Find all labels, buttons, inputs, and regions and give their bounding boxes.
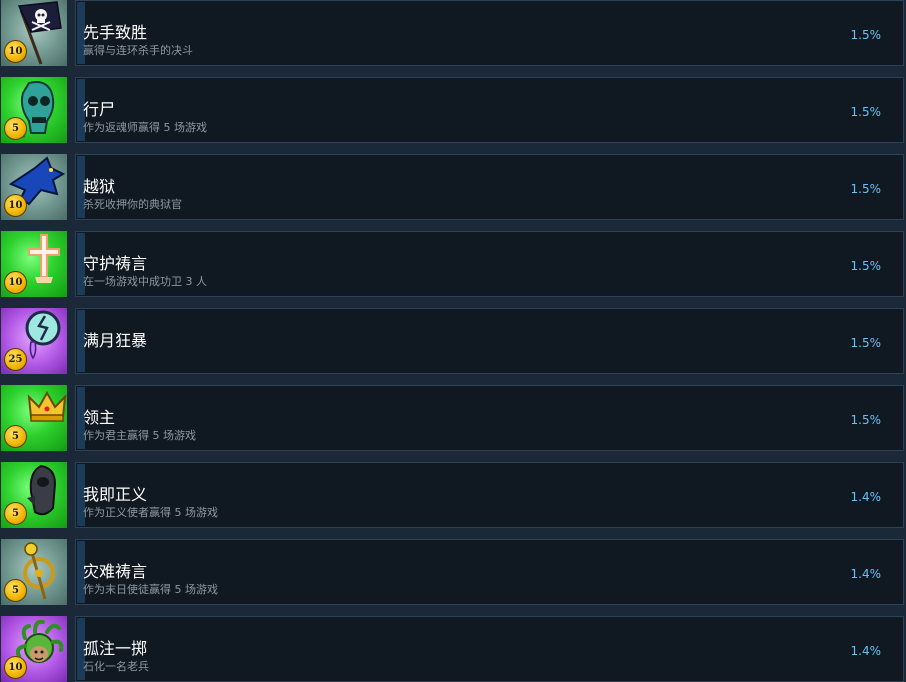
achievement-icon: 5 [1,539,67,605]
achievement-panel: 领主 作为君主赢得 5 场游戏 1.5% [75,385,904,451]
unlock-percentage: 1.4% [850,490,882,504]
achievement-description: 作为正义使者赢得 5 场游戏 [83,506,218,519]
unlock-percentage: 1.5% [850,105,882,119]
achievement-title: 行尸 [83,100,116,119]
unlock-percentage: 1.5% [850,336,882,350]
points-coin: 10 [4,656,27,679]
achievement-icon: 10 [1,616,67,682]
unlock-percentage: 1.4% [850,644,882,658]
achievement-title: 灾难祷言 [83,562,148,581]
achievement-icon: 5 [1,462,67,528]
unlock-percentage: 1.5% [850,182,882,196]
achievement-panel: 孤注一掷 石化一名老兵 1.4% [75,616,904,682]
achievement-panel: 满月狂暴 1.5% [75,308,904,374]
points-coin: 10 [4,271,27,294]
achievement-icon: 5 [1,77,67,143]
achievement-panel: 行尸 作为返魂师赢得 5 场游戏 1.5% [75,77,904,143]
achievement-icon: 5 [1,385,67,451]
achievement-icon: 10 [1,231,67,297]
achievement-row[interactable]: 5 行尸 作为返魂师赢得 5 场游戏 1.5% [0,77,906,143]
achievement-list: 10 先手致胜 赢得与连环杀手的决斗 1.5% 5 行尸 作为返魂师赢得 5 场… [0,0,906,682]
achievement-row[interactable]: 10 先手致胜 赢得与连环杀手的决斗 1.5% [0,0,906,66]
achievement-title: 领主 [83,408,116,427]
unlock-percentage: 1.5% [850,413,882,427]
achievement-row[interactable]: 5 我即正义 作为正义使者赢得 5 场游戏 1.4% [0,462,906,528]
achievement-row[interactable]: 10 孤注一掷 石化一名老兵 1.4% [0,616,906,682]
achievement-description: 作为末日使徒赢得 5 场游戏 [83,583,218,596]
achievement-title: 满月狂暴 [83,331,148,350]
points-coin: 10 [4,40,27,63]
achievement-description: 作为返魂师赢得 5 场游戏 [83,121,207,134]
achievement-title: 我即正义 [83,485,148,504]
achievement-title: 守护祷言 [83,254,148,273]
achievement-icon: 10 [1,0,67,66]
achievement-description: 作为君主赢得 5 场游戏 [83,429,196,442]
points-coin: 25 [4,348,27,371]
points-coin: 5 [4,425,27,448]
achievement-row[interactable]: 10 守护祷言 在一场游戏中成功卫 3 人 1.5% [0,231,906,297]
achievement-row[interactable]: 5 领主 作为君主赢得 5 场游戏 1.5% [0,385,906,451]
points-coin: 5 [4,502,27,525]
achievement-icon: 10 [1,154,67,220]
points-coin: 5 [4,579,27,602]
achievement-row[interactable]: 10 越狱 杀死收押你的典狱官 1.5% [0,154,906,220]
achievement-panel: 灾难祷言 作为末日使徒赢得 5 场游戏 1.4% [75,539,904,605]
achievement-title: 先手致胜 [83,23,148,42]
achievement-description: 石化一名老兵 [83,660,149,673]
achievement-description: 杀死收押你的典狱官 [83,198,182,211]
achievement-panel: 守护祷言 在一场游戏中成功卫 3 人 1.5% [75,231,904,297]
achievement-title: 越狱 [83,177,116,196]
points-coin: 10 [4,194,27,217]
achievement-panel: 越狱 杀死收押你的典狱官 1.5% [75,154,904,220]
achievement-panel: 先手致胜 赢得与连环杀手的决斗 1.5% [75,0,904,66]
achievement-panel: 我即正义 作为正义使者赢得 5 场游戏 1.4% [75,462,904,528]
achievement-description: 在一场游戏中成功卫 3 人 [83,275,207,288]
achievement-row[interactable]: 5 灾难祷言 作为末日使徒赢得 5 场游戏 1.4% [0,539,906,605]
achievement-title: 孤注一掷 [83,639,148,658]
achievement-description: 赢得与连环杀手的决斗 [83,44,193,57]
achievement-icon: 25 [1,308,67,374]
achievement-row[interactable]: 25 满月狂暴 1.5% [0,308,906,374]
unlock-percentage: 1.4% [850,567,882,581]
points-coin: 5 [4,117,27,140]
unlock-percentage: 1.5% [850,259,882,273]
unlock-percentage: 1.5% [850,28,882,42]
